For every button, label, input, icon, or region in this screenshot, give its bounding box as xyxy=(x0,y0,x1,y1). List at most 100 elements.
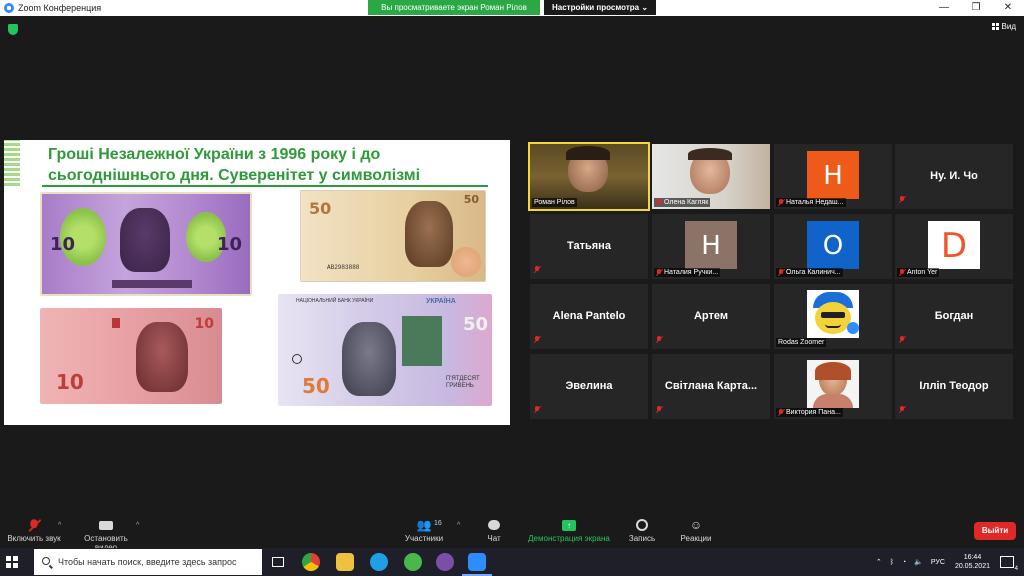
participant-name: Ілліn Теодор xyxy=(919,380,989,392)
participant-tile[interactable]: Ілліn Теодор xyxy=(895,354,1013,419)
folder-icon[interactable] xyxy=(336,553,354,571)
mic-muted-icon xyxy=(899,406,905,413)
participant-name: Світлана Карта... xyxy=(664,380,758,392)
notifications-count: 4 xyxy=(1014,566,1018,572)
task-view-icon[interactable] xyxy=(272,557,284,567)
windows-start-icon[interactable] xyxy=(6,556,18,568)
mic-muted-icon xyxy=(534,266,540,273)
language-indicator[interactable]: РУС xyxy=(931,559,945,566)
reactions-button[interactable]: ☺ Реакции xyxy=(676,516,716,543)
record-button[interactable]: Запись xyxy=(624,516,660,543)
participant-tile[interactable]: Ну. И. Чо xyxy=(895,144,1013,209)
view-button[interactable]: Вид xyxy=(991,22,1016,31)
participants-options-caret[interactable]: ^ xyxy=(457,522,460,529)
taskbar-clock[interactable]: 16:44 20.05.2021 xyxy=(955,553,990,571)
note-bank: НАЦІОНАЛЬНИЙ БАНК УКРАЇНИ xyxy=(296,298,374,304)
note-country: УКРАЇНА xyxy=(426,298,456,305)
unmute-button[interactable]: Включить звук xyxy=(6,516,62,543)
participant-label: Anton Yer xyxy=(897,268,940,277)
notifications-icon[interactable]: 4 xyxy=(1000,556,1018,572)
avatar: Н xyxy=(685,221,737,269)
participant-name: Эвелина xyxy=(565,380,613,392)
participant-tile[interactable]: Олена Кагляк xyxy=(652,144,770,209)
participant-tile[interactable]: Н Наталия Ручки... xyxy=(652,214,770,279)
tray-volume-icon[interactable]: 🔈 xyxy=(914,558,923,566)
view-options-button[interactable]: Настройки просмотра ⌄ xyxy=(544,0,656,15)
maximize-button[interactable]: ❐ xyxy=(960,0,992,16)
record-icon xyxy=(636,519,648,531)
close-button[interactable]: ✕ xyxy=(992,0,1024,16)
participant-label: Rodas Zoomer xyxy=(776,338,827,347)
search-placeholder: Чтобы начать поиск, введите здесь запрос xyxy=(58,557,237,567)
mic-muted-icon xyxy=(899,196,905,203)
window-titlebar: Zoom Конференция Вы просматриваете экран… xyxy=(0,0,1024,16)
participant-tile[interactable]: Роман Рілов xyxy=(528,142,650,211)
note-words: П'ЯТДЕСЯТ ГРИВЕНЬ xyxy=(446,376,480,389)
meeting-topbar: Вид xyxy=(0,16,1024,40)
audio-options-caret[interactable]: ^ xyxy=(58,522,61,529)
leave-button[interactable]: Выйти xyxy=(974,522,1016,540)
participant-tile[interactable]: Артем xyxy=(652,284,770,349)
share-screen-button[interactable]: ↑ Демонстрация экрана xyxy=(524,516,614,543)
tray-chevron-icon[interactable]: ⌃ xyxy=(876,558,882,566)
banknote-10-red: 10 10 xyxy=(40,308,222,404)
mic-muted-icon xyxy=(29,518,40,532)
torrent-icon[interactable] xyxy=(404,553,422,571)
search-icon xyxy=(42,557,50,565)
participant-name: Артем xyxy=(693,310,728,322)
slide-divider xyxy=(42,185,488,187)
share-screen-icon: ↑ xyxy=(562,519,576,531)
mic-muted-icon xyxy=(656,336,662,343)
grid-icon xyxy=(991,23,999,30)
mic-muted-icon xyxy=(778,199,784,206)
participant-tile[interactable]: Н Наталья Недаш... xyxy=(774,144,892,209)
window-title: Zoom Конференция xyxy=(18,3,102,13)
avatar: D xyxy=(928,221,980,269)
note-serial: АВ2983888 xyxy=(327,264,360,271)
participant-name: Богдан xyxy=(934,310,974,322)
note-value: 10 xyxy=(216,234,242,255)
chat-button[interactable]: Чат xyxy=(478,516,510,543)
participant-tile[interactable]: О Ольга Калинич... xyxy=(774,214,892,279)
participants-count: 16 xyxy=(434,520,442,527)
mic-muted-icon xyxy=(656,269,662,276)
security-shield-icon[interactable] xyxy=(8,24,18,35)
participant-tile[interactable]: Світлана Карта... xyxy=(652,354,770,419)
smile-icon: ☺ xyxy=(689,518,703,532)
windows-taskbar: Чтобы начать поиск, введите здесь запрос… xyxy=(0,548,1024,576)
chrome-icon[interactable] xyxy=(302,553,320,571)
participant-tile[interactable]: Татьяна xyxy=(530,214,648,279)
skype-icon[interactable] xyxy=(370,553,388,571)
participant-tile[interactable]: Эвелина xyxy=(530,354,648,419)
participant-tile[interactable]: Богдан xyxy=(895,284,1013,349)
participants-icon: 👥 xyxy=(416,518,432,532)
participant-tile[interactable]: Alena Pantelo xyxy=(530,284,648,349)
mic-muted-icon xyxy=(899,269,905,276)
avatar: Н xyxy=(807,151,859,199)
stop-video-button[interactable]: Остановить видео xyxy=(72,516,140,552)
participant-tile[interactable]: Виктория Пана... xyxy=(774,354,892,419)
participant-label: Наталья Недаш... xyxy=(776,198,846,207)
participants-button[interactable]: 👥 16 Участники xyxy=(400,516,448,543)
minimize-button[interactable]: — xyxy=(928,0,960,16)
participant-name: Ну. И. Чо xyxy=(930,170,978,182)
banknote-50-beige: 50 50 АВ2983888 xyxy=(300,190,486,282)
mic-muted-icon xyxy=(656,199,662,206)
participant-tile[interactable]: Rodas Zoomer xyxy=(774,284,892,349)
tray-network-icon[interactable]: ◔ xyxy=(902,559,906,566)
participant-label: Роман Рілов xyxy=(532,198,577,207)
note-value: 10 xyxy=(194,316,214,332)
taskbar-search[interactable]: Чтобы начать поиск, введите здесь запрос xyxy=(34,549,262,575)
view-label: Вид xyxy=(1001,22,1016,31)
chat-icon xyxy=(488,520,500,530)
video-options-caret[interactable]: ^ xyxy=(136,522,139,529)
mic-muted-icon xyxy=(656,406,662,413)
mic-muted-icon xyxy=(778,269,784,276)
viber-icon[interactable] xyxy=(436,553,454,571)
camera-icon xyxy=(99,520,113,530)
tray-bluetooth-icon[interactable]: ᛒ xyxy=(890,559,894,566)
participant-tile[interactable]: D Anton Yer xyxy=(895,214,1013,279)
zoom-taskbar-icon[interactable] xyxy=(468,553,486,571)
mic-muted-icon xyxy=(778,409,784,416)
note-value: 50 xyxy=(462,314,488,335)
